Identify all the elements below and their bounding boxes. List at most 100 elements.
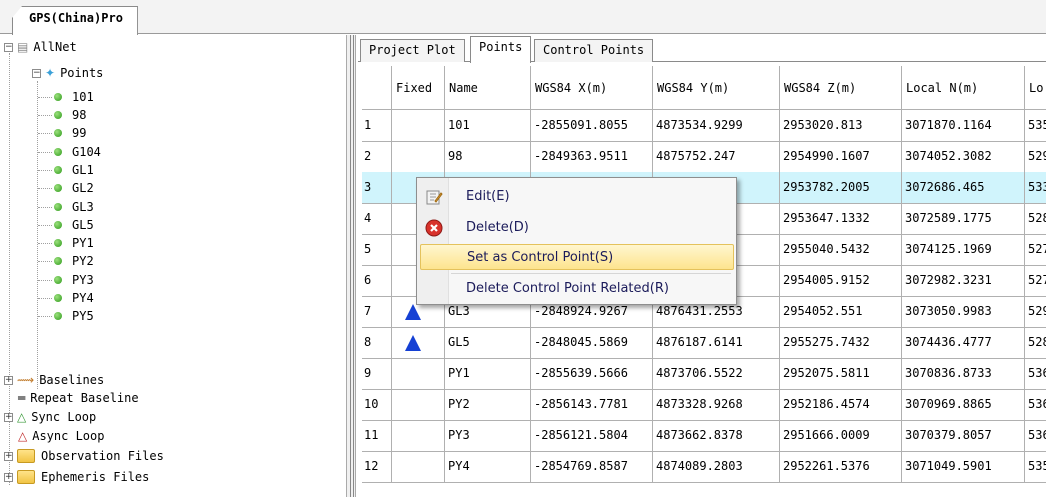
table-cell-localn[interactable]: 3073050.9983	[902, 296, 1025, 328]
tab-project-plot[interactable]: Project Plot	[360, 39, 465, 62]
tree-node-point[interactable]: GL3	[38, 199, 94, 215]
table-cell-x[interactable]: -2855639.5666	[531, 358, 653, 390]
row-number[interactable]: 7	[362, 296, 392, 328]
table-cell-name[interactable]: PY4	[445, 451, 531, 483]
row-number[interactable]: 1	[362, 110, 392, 142]
tree-node-point[interactable]: PY1	[38, 235, 94, 251]
tree-node-point[interactable]: PY2	[38, 253, 94, 269]
row-number[interactable]: 11	[362, 420, 392, 452]
tab-control-points[interactable]: Control Points	[534, 39, 654, 62]
expand-icon[interactable]: +	[4, 472, 13, 482]
column-header[interactable]: WGS84 X(m)	[531, 66, 653, 110]
tree-node-point[interactable]: 98	[38, 107, 86, 123]
table-cell-loc[interactable]: 536	[1025, 358, 1046, 390]
table-cell-name[interactable]: 98	[445, 141, 531, 173]
table-cell-y[interactable]: 4873706.5522	[653, 358, 780, 390]
tree-node-sync-loop[interactable]: + △ Sync Loop	[4, 409, 96, 425]
table-cell-name[interactable]: PY1	[445, 358, 531, 390]
collapse-icon[interactable]: −	[4, 42, 13, 52]
table-cell-loc[interactable]: 535	[1025, 110, 1046, 142]
fixed-cell[interactable]	[392, 389, 445, 421]
table-cell-name[interactable]: 101	[445, 110, 531, 142]
tree-node-ephemeris-files[interactable]: + Ephemeris Files	[4, 469, 149, 485]
fixed-cell[interactable]	[392, 358, 445, 390]
menu-item-delete-control-point-related[interactable]: Delete Control Point Related(R)	[420, 276, 734, 302]
menu-item-set-control-point[interactable]: Set as Control Point(S)	[420, 244, 734, 270]
row-number[interactable]: 6	[362, 265, 392, 297]
table-cell-name[interactable]: PY2	[445, 389, 531, 421]
row-number[interactable]: 2	[362, 141, 392, 173]
menu-item-delete[interactable]: Delete(D)	[420, 215, 734, 241]
table-cell-loc[interactable]: 529	[1025, 296, 1046, 328]
table-cell-loc[interactable]: 536	[1025, 389, 1046, 421]
expand-icon[interactable]: +	[4, 412, 13, 422]
expand-icon[interactable]: +	[4, 375, 13, 385]
table-cell-x[interactable]: -2856121.5804	[531, 420, 653, 452]
table-cell-localn[interactable]: 3071870.1164	[902, 110, 1025, 142]
tree-node-allnet[interactable]: − ▤ AllNet	[4, 39, 77, 55]
table-cell-z[interactable]: 2954005.9152	[780, 265, 902, 297]
table-cell-z[interactable]: 2952075.5811	[780, 358, 902, 390]
column-header[interactable]	[362, 66, 392, 110]
table-cell-name[interactable]: GL5	[445, 327, 531, 359]
table-cell-y[interactable]: 4876187.6141	[653, 327, 780, 359]
table-cell-z[interactable]: 2951666.0009	[780, 420, 902, 452]
table-cell-z[interactable]: 2954052.551	[780, 296, 902, 328]
table-cell-y[interactable]: 4873662.8378	[653, 420, 780, 452]
tree-node-point[interactable]: GL2	[38, 180, 94, 196]
table-cell-z[interactable]: 2954990.1607	[780, 141, 902, 173]
table-cell-localn[interactable]: 3074436.4777	[902, 327, 1025, 359]
tree-node-point[interactable]: GL5	[38, 217, 94, 233]
tree-node-point[interactable]: PY4	[38, 290, 94, 306]
fixed-cell[interactable]	[392, 110, 445, 142]
tab-points[interactable]: Points	[470, 36, 532, 63]
column-header[interactable]: WGS84 Z(m)	[780, 66, 902, 110]
tree-node-points[interactable]: − ✦ Points	[32, 65, 103, 81]
table-cell-z[interactable]: 2953782.2005	[780, 172, 902, 204]
row-number[interactable]: 5	[362, 234, 392, 266]
table-cell-z[interactable]: 2953647.1332	[780, 203, 902, 235]
table-cell-z[interactable]: 2955275.7432	[780, 327, 902, 359]
table-cell-localn[interactable]: 3070969.8865	[902, 389, 1025, 421]
table-cell-localn[interactable]: 3070836.8733	[902, 358, 1025, 390]
row-number[interactable]: 3	[362, 172, 392, 204]
collapse-icon[interactable]: −	[32, 68, 41, 78]
tree-node-repeat-baseline[interactable]: ═ Repeat Baseline	[18, 390, 139, 406]
column-header[interactable]: Fixed	[392, 66, 445, 110]
table-cell-localn[interactable]: 3074125.1969	[902, 234, 1025, 266]
tree-node-point[interactable]: 99	[38, 125, 86, 141]
table-cell-localn[interactable]: 3074052.3082	[902, 141, 1025, 173]
row-number[interactable]: 10	[362, 389, 392, 421]
table-cell-y[interactable]: 4873328.9268	[653, 389, 780, 421]
table-cell-z[interactable]: 2953020.813	[780, 110, 902, 142]
table-cell-y[interactable]: 4874089.2803	[653, 451, 780, 483]
tree-node-point[interactable]: PY3	[38, 272, 94, 288]
tree-node-point[interactable]: 101	[38, 89, 94, 105]
tree-node-point[interactable]: PY5	[38, 308, 94, 324]
table-cell-localn[interactable]: 3072982.3231	[902, 265, 1025, 297]
table-cell-x[interactable]: -2856143.7781	[531, 389, 653, 421]
tree-node-point[interactable]: G104	[38, 144, 101, 160]
expand-icon[interactable]: +	[4, 451, 13, 461]
table-cell-localn[interactable]: 3072686.465	[902, 172, 1025, 204]
tree-node-baselines[interactable]: + ⟿ Baselines	[4, 372, 104, 388]
table-cell-loc[interactable]: 529	[1025, 141, 1046, 173]
table-cell-z[interactable]: 2955040.5432	[780, 234, 902, 266]
row-number[interactable]: 4	[362, 203, 392, 235]
table-cell-name[interactable]: PY3	[445, 420, 531, 452]
column-header[interactable]: Lo	[1025, 66, 1046, 110]
table-cell-loc[interactable]: 536	[1025, 420, 1046, 452]
table-cell-loc[interactable]: 527	[1025, 234, 1046, 266]
fixed-cell[interactable]	[392, 420, 445, 452]
fixed-cell[interactable]	[392, 141, 445, 173]
row-number[interactable]: 9	[362, 358, 392, 390]
table-cell-y[interactable]: 4875752.247	[653, 141, 780, 173]
document-tab[interactable]: GPS(China)Pro	[12, 6, 138, 35]
table-cell-loc[interactable]: 533	[1025, 172, 1046, 204]
fixed-cell[interactable]	[392, 327, 445, 359]
project-tree[interactable]: − ▤ AllNet − ✦ Points 101 98 99 G104 GL1 GL2 G…	[0, 35, 346, 497]
row-number[interactable]: 12	[362, 451, 392, 483]
table-cell-loc[interactable]: 528	[1025, 327, 1046, 359]
table-cell-x[interactable]: -2848045.5869	[531, 327, 653, 359]
table-cell-x[interactable]: -2855091.8055	[531, 110, 653, 142]
